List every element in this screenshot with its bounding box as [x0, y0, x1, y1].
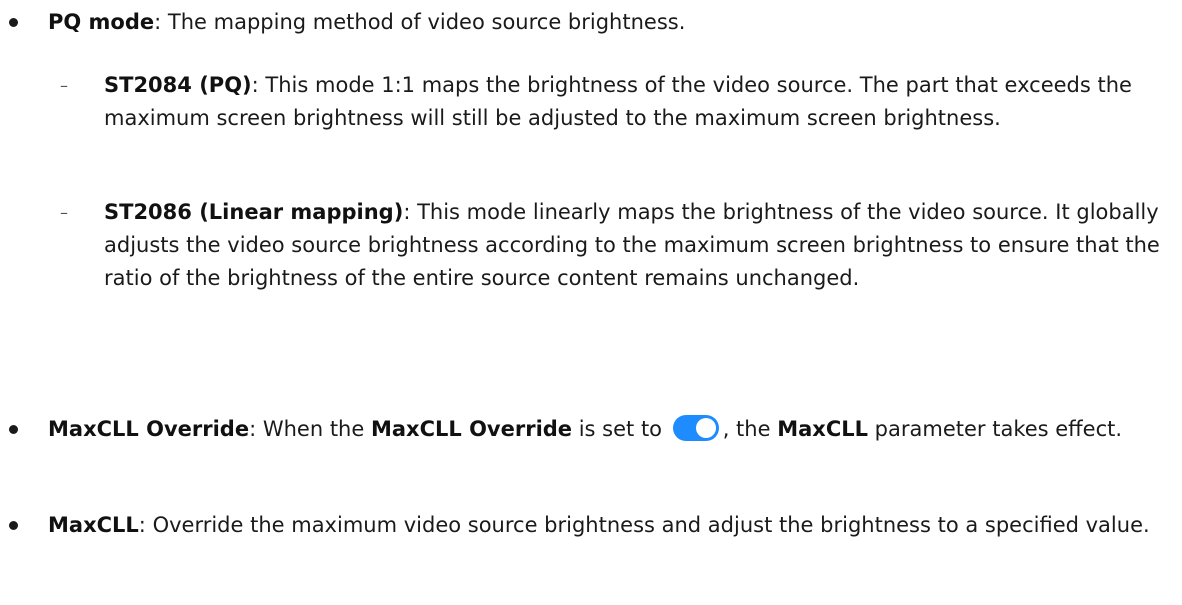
- bullet-dot-icon: [9, 521, 18, 530]
- inline-term-maxcll-override: MaxCLL Override: [370, 417, 573, 441]
- sub-item-text: ST2084 (PQ): This mode 1:1 maps the brig…: [104, 69, 1174, 135]
- list-item-text: PQ mode: The mapping method of video sou…: [48, 6, 1168, 39]
- term-st2086: ST2086 (Linear mapping): [104, 200, 404, 224]
- description-part: , the: [722, 417, 778, 441]
- inline-term-maxcll: MaxCLL: [777, 417, 868, 441]
- dash-marker: –: [60, 203, 68, 222]
- dash-marker: –: [60, 76, 68, 95]
- separator: :: [249, 417, 263, 441]
- description: The mapping method of video source brigh…: [167, 10, 686, 34]
- separator: :: [138, 513, 153, 537]
- toggle-knob: [695, 418, 716, 438]
- toggle-switch-on-icon: [672, 415, 719, 441]
- separator: :: [403, 200, 418, 224]
- separator: :: [154, 10, 168, 34]
- description: Override the maximum video source bright…: [152, 513, 1150, 537]
- sub-item-text: ST2086 (Linear mapping): This mode linea…: [104, 196, 1174, 295]
- bullet-dot-icon: [9, 18, 18, 27]
- list-item-text: MaxCLL: Override the maximum video sourc…: [48, 509, 1168, 542]
- bullet-dot-icon: [9, 425, 18, 434]
- description-part: is set to: [572, 417, 669, 441]
- description-part: parameter takes effect.: [868, 417, 1123, 441]
- list-item-text: MaxCLL Override: When the MaxCLL Overrid…: [48, 413, 1168, 446]
- term-pq-mode: PQ mode: [48, 10, 155, 34]
- separator: :: [251, 73, 266, 97]
- term-maxcll: MaxCLL: [48, 513, 139, 537]
- term-maxcll-override: MaxCLL Override: [48, 417, 250, 441]
- term-st2084: ST2084 (PQ): [104, 73, 252, 97]
- description-part: When the: [262, 417, 371, 441]
- document-body: PQ mode: The mapping method of video sou…: [0, 0, 1182, 605]
